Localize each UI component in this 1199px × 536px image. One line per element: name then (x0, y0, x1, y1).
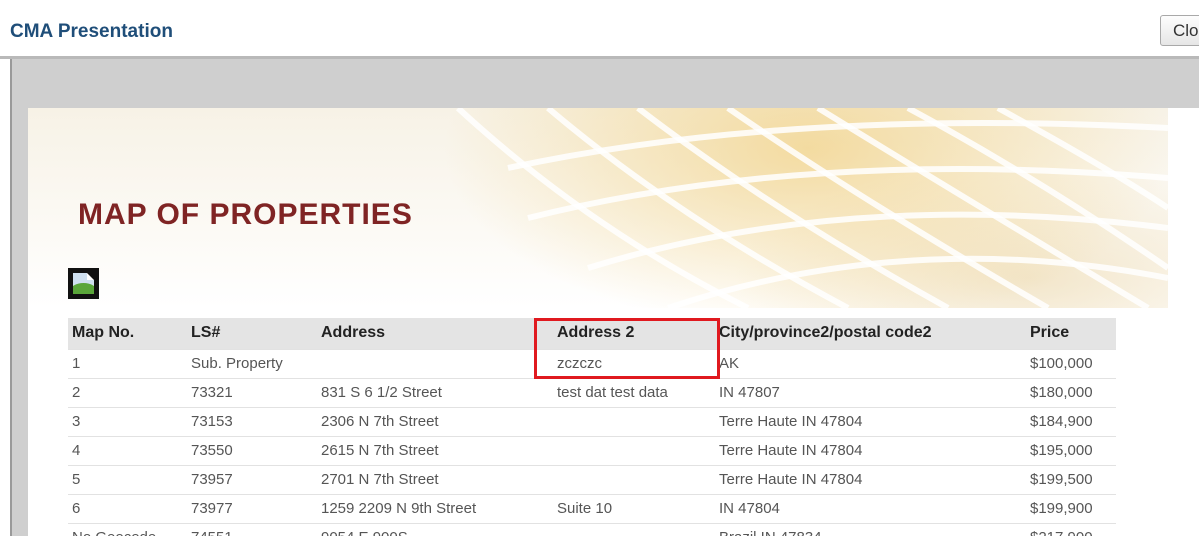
broken-image-icon (68, 268, 99, 299)
window-title: CMA Presentation (10, 21, 173, 42)
cell-address-2: zczczc (553, 348, 715, 378)
properties-table: Map No. LS# Address Address 2 City/provi… (68, 318, 1116, 536)
cell-address-2: Suite 10 (553, 493, 715, 523)
cell-map-no: 1 (68, 348, 187, 378)
decorative-banner: MAP OF PROPERTIES (28, 108, 1168, 308)
cell-address-2 (553, 406, 715, 436)
cell-ls: 73153 (187, 406, 317, 436)
column-header-city: City/province2/postal code2 (715, 318, 1026, 349)
cell-city: Brazil IN 47834 (715, 522, 1026, 536)
cell-ls: 74551 (187, 522, 317, 536)
cell-address: 831 S 6 1/2 Street (317, 377, 553, 407)
table-row: No Geocode 74551 9054 E 900S Brazil IN 4… (68, 522, 1116, 536)
table-row: 5 73957 2701 N 7th Street Terre Haute IN… (68, 464, 1116, 494)
cell-city: Terre Haute IN 47804 (715, 435, 1026, 465)
column-header-ls: LS# (187, 318, 317, 349)
cell-price: $199,500 (1026, 464, 1116, 494)
cell-price: $217,900 (1026, 522, 1116, 536)
column-header-map-no: Map No. (68, 318, 187, 349)
cell-city: Terre Haute IN 47804 (715, 406, 1026, 436)
cell-ls: 73957 (187, 464, 317, 494)
cell-price: $199,900 (1026, 493, 1116, 523)
cell-address-2 (553, 435, 715, 465)
cell-map-no: 5 (68, 464, 187, 494)
cell-map-no: 2 (68, 377, 187, 407)
cell-address: 2306 N 7th Street (317, 406, 553, 436)
cell-map-no: 3 (68, 406, 187, 436)
cell-ls: 73977 (187, 493, 317, 523)
cell-city: IN 47804 (715, 493, 1026, 523)
cell-address (317, 348, 553, 378)
cell-price: $184,900 (1026, 406, 1116, 436)
cell-address: 2701 N 7th Street (317, 464, 553, 494)
cell-address: 1259 2209 N 9th Street (317, 493, 553, 523)
column-header-address-2: Address 2 (553, 318, 715, 349)
cell-address-2 (553, 522, 715, 536)
cell-city: Terre Haute IN 47804 (715, 464, 1026, 494)
cell-ls: 73550 (187, 435, 317, 465)
close-button[interactable]: Close (1160, 15, 1199, 46)
cell-address-2: test dat test data (553, 377, 715, 407)
cell-city: AK (715, 348, 1026, 378)
column-header-address: Address (317, 318, 553, 349)
cell-price: $180,000 (1026, 377, 1116, 407)
map-of-properties-heading: MAP OF PROPERTIES (78, 198, 413, 231)
cell-map-no: 6 (68, 493, 187, 523)
title-bar: CMA Presentation Close (0, 0, 1199, 59)
table-header-row: Map No. LS# Address Address 2 City/provi… (68, 318, 1116, 349)
table-row: 4 73550 2615 N 7th Street Terre Haute IN… (68, 435, 1116, 465)
cell-price: $195,000 (1026, 435, 1116, 465)
table-row: 2 73321 831 S 6 1/2 Street test dat test… (68, 377, 1116, 407)
cell-ls: 73321 (187, 377, 317, 407)
cell-ls: Sub. Property (187, 348, 317, 378)
table-row: 3 73153 2306 N 7th Street Terre Haute IN… (68, 406, 1116, 436)
cell-map-no: No Geocode (68, 522, 187, 536)
table-row: 1 Sub. Property zczczc AK $100,000 (68, 348, 1116, 378)
cell-map-no: 4 (68, 435, 187, 465)
report-page: MAP OF PROPERTIES Map No. LS# Address Ad… (28, 108, 1199, 536)
cell-address-2 (553, 464, 715, 494)
column-header-price: Price (1026, 318, 1116, 349)
cell-city: IN 47807 (715, 377, 1026, 407)
table-row: 6 73977 1259 2209 N 9th Street Suite 10 … (68, 493, 1116, 523)
cell-address: 9054 E 900S (317, 522, 553, 536)
cell-price: $100,000 (1026, 348, 1116, 378)
cell-address: 2615 N 7th Street (317, 435, 553, 465)
